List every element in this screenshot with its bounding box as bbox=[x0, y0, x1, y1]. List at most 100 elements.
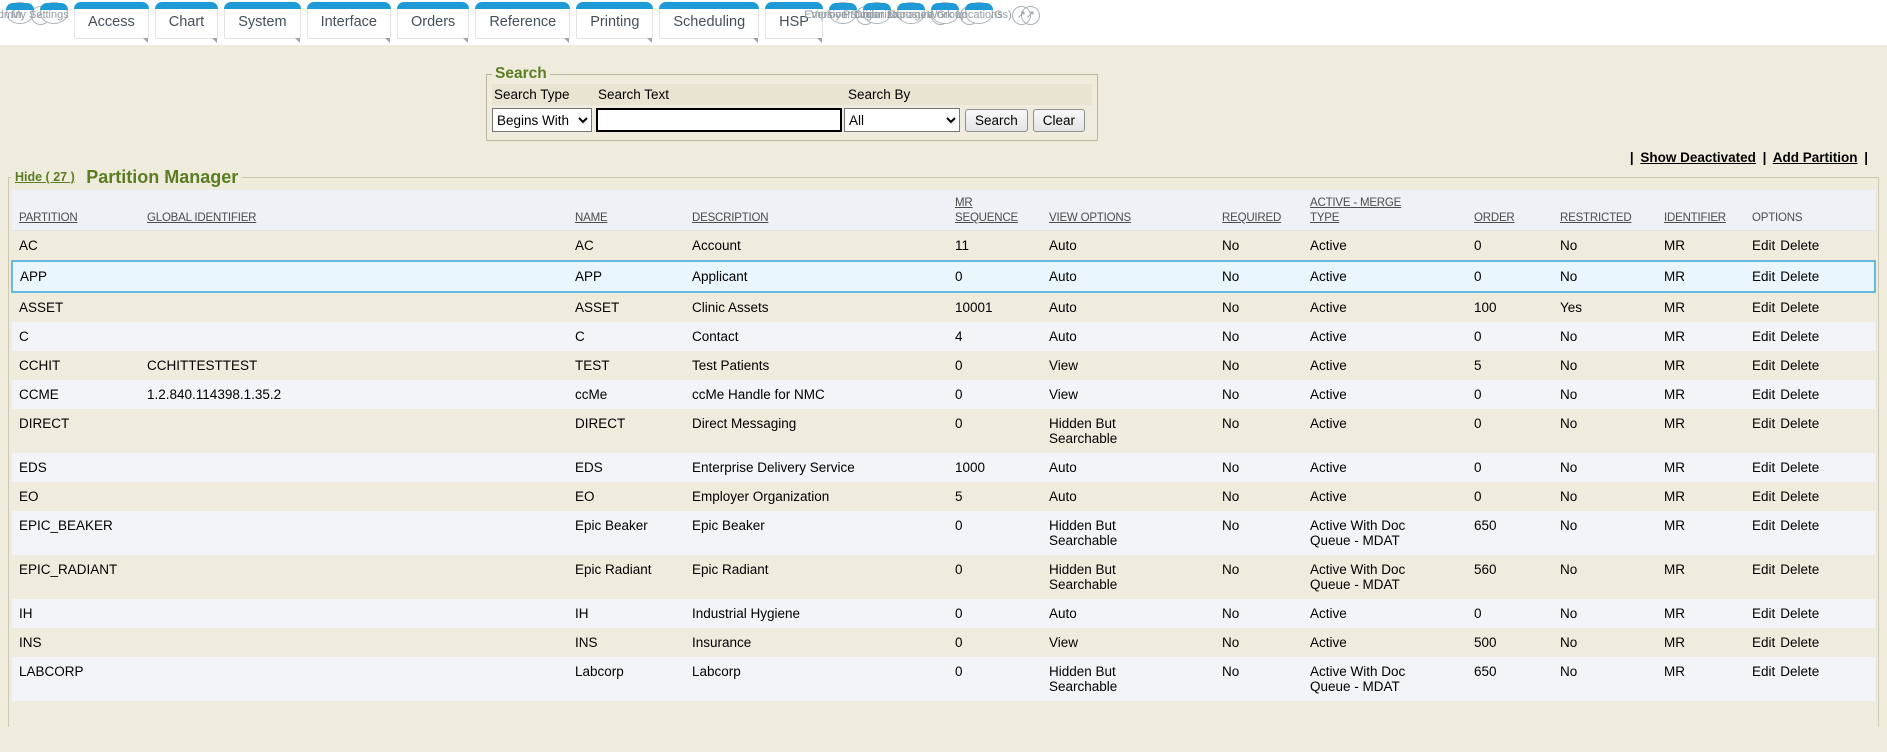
delete-link[interactable]: Delete bbox=[1780, 387, 1819, 402]
sort-link-partition[interactable]: PARTITION bbox=[19, 212, 77, 224]
edit-link[interactable]: Edit bbox=[1752, 416, 1775, 431]
edit-link[interactable]: Edit bbox=[1752, 489, 1775, 504]
cell-view-options: View bbox=[1049, 380, 1222, 409]
cell-identifier: MR bbox=[1664, 322, 1752, 351]
menu-corner-icon bbox=[564, 38, 569, 43]
search-control-row: Begins With All Search Clear bbox=[492, 108, 1092, 132]
search-button[interactable]: Search bbox=[965, 109, 1028, 132]
cell-active-merge-type: Active bbox=[1310, 231, 1474, 262]
cell-active-merge-type: Active bbox=[1310, 628, 1474, 657]
edit-link[interactable]: Edit bbox=[1752, 387, 1775, 402]
table-row[interactable]: EDSEDSEnterprise Delivery Service1000Aut… bbox=[12, 453, 1875, 482]
cell-active-merge-type: Active bbox=[1310, 409, 1474, 453]
tab-printing[interactable]: Printing bbox=[576, 2, 653, 39]
delete-link[interactable]: Delete bbox=[1780, 416, 1819, 431]
popout-arrow-icon[interactable]: ↗ bbox=[1012, 6, 1031, 25]
delete-link[interactable]: Delete bbox=[1780, 300, 1819, 315]
table-row[interactable]: EPIC_RADIANTEpic RadiantEpic Radiant0Hid… bbox=[12, 555, 1875, 599]
sort-link-global-identifier[interactable]: GLOBAL IDENTIFIER bbox=[147, 212, 256, 224]
edit-link[interactable]: Edit bbox=[1752, 664, 1775, 679]
table-row[interactable]: EOEOEmployer Organization5AutoNoActive0N… bbox=[12, 482, 1875, 511]
search-by-select[interactable]: All bbox=[844, 108, 960, 132]
table-row[interactable]: CCHITCCHITTESTTESTTESTTest Patients0View… bbox=[12, 351, 1875, 380]
edit-link[interactable]: Edit bbox=[1752, 269, 1775, 284]
cell-active-merge-type: Active With Doc Queue - MDAT bbox=[1310, 555, 1474, 599]
delete-link[interactable]: Delete bbox=[1780, 329, 1819, 344]
tab-interface[interactable]: Interface bbox=[307, 2, 391, 39]
table-row[interactable]: INSINSInsurance0ViewNoActive500NoMREditD… bbox=[12, 628, 1875, 657]
delete-link[interactable]: Delete bbox=[1780, 664, 1819, 679]
clear-button[interactable]: Clear bbox=[1033, 109, 1085, 132]
sort-link-required[interactable]: REQUIRED bbox=[1222, 212, 1281, 224]
cell-restricted: Yes bbox=[1560, 292, 1664, 322]
tab-scheduling[interactable]: Scheduling bbox=[659, 2, 759, 39]
cell-order: 650 bbox=[1474, 657, 1560, 701]
partition-table: PARTITION GLOBAL IDENTIFIER NAME DESCRIPTIO… bbox=[11, 190, 1876, 701]
add-partition-link[interactable]: Add Partition bbox=[1773, 150, 1858, 165]
delete-link[interactable]: Delete bbox=[1780, 489, 1819, 504]
cell-global-identifier bbox=[147, 292, 575, 322]
delete-link[interactable]: Delete bbox=[1780, 562, 1819, 577]
delete-link[interactable]: Delete bbox=[1780, 460, 1819, 475]
cell-name: Labcorp bbox=[575, 657, 692, 701]
tab-reference[interactable]: Reference bbox=[475, 2, 570, 39]
delete-link[interactable]: Delete bbox=[1780, 518, 1819, 533]
cell-name: DIRECT bbox=[575, 409, 692, 453]
table-row[interactable]: ACACAccount11AutoNoActive0NoMREditDelete bbox=[12, 231, 1875, 262]
table-row[interactable]: DIRECTDIRECTDirect Messaging0Hidden But … bbox=[12, 409, 1875, 453]
edit-link[interactable]: Edit bbox=[1752, 300, 1775, 315]
edit-link[interactable]: Edit bbox=[1752, 358, 1775, 373]
cell-identifier: MR bbox=[1664, 657, 1752, 701]
table-row[interactable]: ASSETASSETClinic Assets10001AutoNoActive… bbox=[12, 292, 1875, 322]
edit-link[interactable]: Edit bbox=[1752, 238, 1775, 253]
cell-restricted: No bbox=[1560, 511, 1664, 555]
delete-link[interactable]: Delete bbox=[1780, 606, 1819, 621]
edit-link[interactable]: Edit bbox=[1752, 562, 1775, 577]
table-row[interactable]: EPIC_BEAKEREpic BeakerEpic Beaker0Hidden… bbox=[12, 511, 1875, 555]
cell-partition: EPIC_RADIANT bbox=[12, 555, 147, 599]
tab-system[interactable]: System bbox=[224, 2, 300, 39]
sort-link-name[interactable]: NAME bbox=[575, 212, 607, 224]
delete-link[interactable]: Delete bbox=[1780, 269, 1819, 284]
table-row[interactable]: CCContact4AutoNoActive0NoMREditDelete bbox=[12, 322, 1875, 351]
sort-link-identifier[interactable]: IDENTIFIER bbox=[1664, 212, 1726, 224]
cell-order: 0 bbox=[1474, 409, 1560, 453]
sort-link-description[interactable]: DESCRIPTION bbox=[692, 212, 768, 224]
sort-link-view-options[interactable]: VIEW OPTIONS bbox=[1049, 212, 1131, 224]
cell-identifier: MR bbox=[1664, 511, 1752, 555]
table-row[interactable]: APPAPPApplicant0AutoNoActive0NoMREditDel… bbox=[12, 261, 1875, 292]
sort-link-restricted[interactable]: RESTRICTED bbox=[1560, 212, 1631, 224]
show-deactivated-link[interactable]: Show Deactivated bbox=[1640, 150, 1756, 165]
sort-link-active-merge-type[interactable]: ACTIVE - MERGE TYPE bbox=[1310, 197, 1401, 224]
search-text-input[interactable] bbox=[596, 108, 842, 132]
edit-link[interactable]: Edit bbox=[1752, 606, 1775, 621]
tab-work-locations[interactable]: Work Locations↗ bbox=[965, 2, 993, 24]
delete-link[interactable]: Delete bbox=[1780, 635, 1819, 650]
delete-link[interactable]: Delete bbox=[1780, 358, 1819, 373]
sort-link-mr-sequence[interactable]: MR SEQUENCE bbox=[955, 197, 1018, 224]
tab-label: Interface bbox=[321, 14, 377, 30]
tab-hsp[interactable]: HSP bbox=[765, 2, 823, 39]
cell-required: No bbox=[1222, 482, 1310, 511]
cell-required: No bbox=[1222, 599, 1310, 628]
table-row[interactable]: IHIHIndustrial Hygiene0AutoNoActive0NoMR… bbox=[12, 599, 1875, 628]
sort-link-order[interactable]: ORDER bbox=[1474, 212, 1515, 224]
delete-link[interactable]: Delete bbox=[1780, 238, 1819, 253]
cell-mr-sequence: 0 bbox=[955, 409, 1049, 453]
tab-orders[interactable]: Orders bbox=[397, 2, 469, 39]
table-row[interactable]: CCME1.2.840.114398.1.35.2ccMeccMe Handle… bbox=[12, 380, 1875, 409]
edit-link[interactable]: Edit bbox=[1752, 518, 1775, 533]
edit-link[interactable]: Edit bbox=[1752, 329, 1775, 344]
tab-label: Access bbox=[88, 14, 135, 30]
edit-link[interactable]: Edit bbox=[1752, 460, 1775, 475]
search-type-select[interactable]: Begins With bbox=[492, 108, 592, 132]
hide-count-link[interactable]: Hide ( 27 ) bbox=[15, 170, 75, 184]
tab-access[interactable]: Access bbox=[74, 2, 149, 39]
tab-chart[interactable]: Chart bbox=[155, 2, 218, 39]
tab-label: Orders bbox=[411, 14, 455, 30]
table-row[interactable]: LABCORPLabcorpLabcorp0Hidden But Searcha… bbox=[12, 657, 1875, 701]
tab-my-settings[interactable]: My Settings↗ bbox=[40, 2, 68, 24]
cell-name: Epic Radiant bbox=[575, 555, 692, 599]
edit-link[interactable]: Edit bbox=[1752, 635, 1775, 650]
cell-description: Labcorp bbox=[692, 657, 955, 701]
